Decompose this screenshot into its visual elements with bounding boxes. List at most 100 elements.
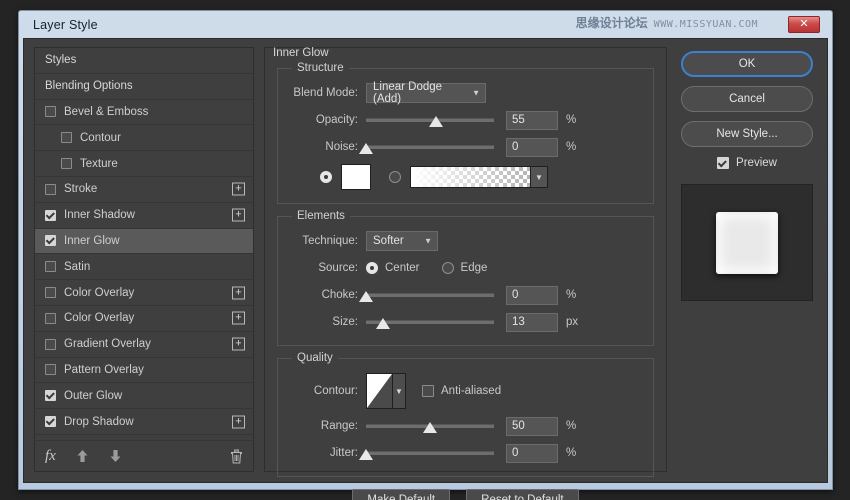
window-titlebar[interactable]: Layer Style 思缘设计论坛 WWW.MISSYUAN.COM ✕ bbox=[23, 11, 828, 38]
style-checkbox[interactable] bbox=[45, 416, 56, 427]
fx-icon[interactable]: fx bbox=[45, 448, 56, 465]
gradient-chevron-down-icon[interactable]: ▼ bbox=[530, 167, 547, 187]
style-checkbox[interactable] bbox=[45, 210, 56, 221]
choke-input[interactable]: 0 bbox=[506, 286, 558, 305]
contour-label: Contour: bbox=[288, 385, 366, 397]
choke-slider[interactable] bbox=[366, 285, 494, 305]
opacity-slider-thumb[interactable] bbox=[429, 116, 443, 127]
contour-picker[interactable]: ▼ bbox=[366, 373, 406, 409]
close-button[interactable]: ✕ bbox=[788, 16, 820, 33]
choke-label: Choke: bbox=[288, 289, 366, 301]
style-checkbox[interactable] bbox=[45, 235, 56, 246]
style-row-satin[interactable]: Satin bbox=[35, 254, 253, 280]
trash-icon[interactable] bbox=[230, 449, 243, 464]
opacity-label: Opacity: bbox=[288, 114, 366, 126]
style-checkbox[interactable] bbox=[45, 364, 56, 375]
size-label: Size: bbox=[288, 316, 366, 328]
style-checkbox[interactable] bbox=[61, 132, 72, 143]
style-row-blending-options[interactable]: Blending Options bbox=[35, 74, 253, 100]
noise-input[interactable]: 0 bbox=[506, 138, 558, 157]
style-row-texture[interactable]: Texture bbox=[35, 151, 253, 177]
add-effect-plus-icon[interactable]: + bbox=[232, 312, 245, 325]
noise-slider[interactable] bbox=[366, 137, 494, 157]
noise-label: Noise: bbox=[288, 141, 366, 153]
source-label: Source: bbox=[288, 262, 366, 274]
noise-row: Noise: 0 % bbox=[288, 136, 643, 158]
add-effect-plus-icon[interactable]: + bbox=[232, 209, 245, 222]
style-checkbox[interactable] bbox=[45, 339, 56, 350]
style-row-stroke[interactable]: Stroke+ bbox=[35, 177, 253, 203]
choke-slider-thumb[interactable] bbox=[359, 291, 373, 302]
style-row-color-overlay[interactable]: Color Overlay + bbox=[35, 280, 253, 306]
style-row-color-overlay[interactable]: Color Overlay+ bbox=[35, 306, 253, 332]
antialiased-control[interactable]: Anti-aliased bbox=[422, 385, 501, 397]
size-input[interactable]: 13 bbox=[506, 313, 558, 332]
style-checkbox[interactable] bbox=[45, 261, 56, 272]
jitter-label: Jitter: bbox=[288, 447, 366, 459]
glow-gradient-picker[interactable]: ▼ bbox=[410, 166, 548, 188]
arrow-up-icon[interactable] bbox=[76, 449, 89, 463]
fill-color-radio[interactable] bbox=[320, 171, 332, 183]
style-row-label: Contour bbox=[80, 132, 121, 144]
blend-mode-select[interactable]: Linear Dodge (Add) ▼ bbox=[366, 83, 486, 103]
style-row-outer-glow[interactable]: Outer Glow bbox=[35, 383, 253, 409]
style-row-inner-shadow[interactable]: Inner Shadow+ bbox=[35, 203, 253, 229]
source-edge-radio[interactable] bbox=[442, 262, 454, 274]
style-checkbox[interactable] bbox=[45, 390, 56, 401]
technique-select[interactable]: Softer ▼ bbox=[366, 231, 438, 251]
source-center-radio[interactable] bbox=[366, 262, 378, 274]
contour-preview bbox=[367, 374, 392, 408]
layer-style-dialog: Styles Blending Options Bevel & Emboss Cont… bbox=[23, 38, 828, 483]
style-row-pattern-overlay[interactable]: Pattern Overlay bbox=[35, 358, 253, 384]
desktop-background: Layer Style 思缘设计论坛 WWW.MISSYUAN.COM ✕ St… bbox=[0, 0, 850, 500]
style-checkbox[interactable] bbox=[45, 184, 56, 195]
antialiased-checkbox[interactable] bbox=[422, 385, 434, 397]
size-slider[interactable] bbox=[366, 312, 494, 332]
make-default-button[interactable]: Make Default bbox=[352, 489, 450, 500]
fill-gradient-radio[interactable] bbox=[389, 171, 401, 183]
jitter-slider-thumb[interactable] bbox=[359, 449, 373, 460]
preview-checkbox[interactable] bbox=[717, 157, 729, 169]
style-checkbox[interactable] bbox=[61, 158, 72, 169]
add-effect-plus-icon[interactable]: + bbox=[232, 415, 245, 428]
antialiased-label: Anti-aliased bbox=[441, 385, 501, 397]
range-slider-thumb[interactable] bbox=[423, 422, 437, 433]
new-style-button[interactable]: New Style... bbox=[681, 121, 813, 147]
arrow-down-icon[interactable] bbox=[109, 449, 122, 463]
size-slider-thumb[interactable] bbox=[376, 318, 390, 329]
add-effect-plus-icon[interactable]: + bbox=[232, 183, 245, 196]
style-checkbox[interactable] bbox=[45, 313, 56, 324]
jitter-input[interactable]: 0 bbox=[506, 444, 558, 463]
range-input[interactable]: 50 bbox=[506, 417, 558, 436]
style-row-bevel-emboss[interactable]: Bevel & Emboss bbox=[35, 100, 253, 126]
preview-thumbnail bbox=[681, 184, 813, 301]
style-row-drop-shadow[interactable]: Drop Shadow+ bbox=[35, 409, 253, 435]
add-effect-plus-icon[interactable]: + bbox=[232, 338, 245, 351]
add-effect-plus-icon[interactable]: + bbox=[232, 286, 245, 299]
noise-slider-thumb[interactable] bbox=[359, 143, 373, 154]
styles-list[interactable]: Styles Blending Options Bevel & Emboss Cont… bbox=[35, 48, 253, 440]
blend-mode-value: Linear Dodge (Add) bbox=[373, 81, 467, 105]
style-row-contour[interactable]: Contour bbox=[35, 125, 253, 151]
style-row-label: Color Overlay bbox=[64, 287, 134, 299]
style-row-label: Blending Options bbox=[45, 80, 133, 92]
reset-to-default-button[interactable]: Reset to Default bbox=[466, 489, 578, 500]
style-row-styles[interactable]: Styles bbox=[35, 48, 253, 74]
style-checkbox[interactable] bbox=[45, 106, 56, 117]
style-checkbox[interactable] bbox=[45, 287, 56, 298]
glow-color-swatch[interactable] bbox=[341, 164, 371, 190]
style-row-inner-glow[interactable]: Inner Glow bbox=[35, 229, 253, 255]
ok-button[interactable]: OK bbox=[681, 51, 813, 77]
default-buttons-row: Make Default Reset to Default bbox=[277, 489, 654, 500]
contour-chevron-down-icon[interactable]: ▼ bbox=[392, 374, 405, 408]
structure-fieldset: Structure Blend Mode: Linear Dodge (Add)… bbox=[277, 68, 654, 204]
cancel-button[interactable]: Cancel bbox=[681, 86, 813, 112]
preview-control[interactable]: Preview bbox=[717, 157, 777, 169]
opacity-slider[interactable] bbox=[366, 110, 494, 130]
jitter-slider[interactable] bbox=[366, 443, 494, 463]
range-slider[interactable] bbox=[366, 416, 494, 436]
jitter-slider-track bbox=[366, 451, 494, 455]
style-row-gradient-overlay[interactable]: Gradient Overlay+ bbox=[35, 332, 253, 358]
opacity-input[interactable]: 55 bbox=[506, 111, 558, 130]
source-row: Source: Center Edge bbox=[288, 257, 643, 279]
